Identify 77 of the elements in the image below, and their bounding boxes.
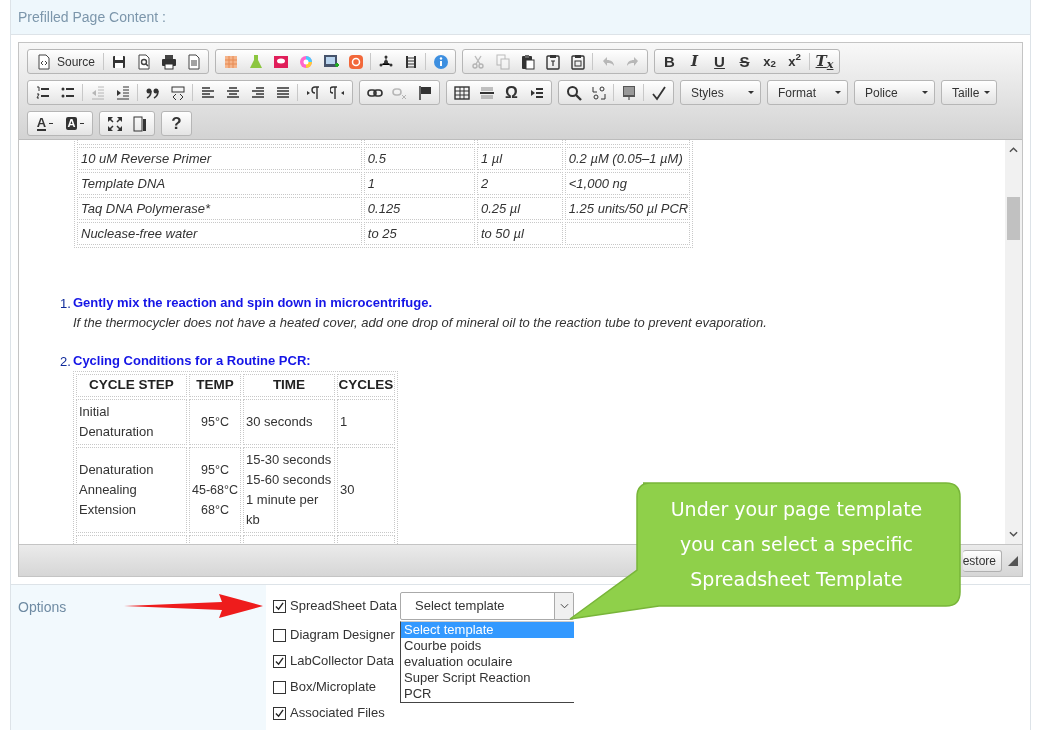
table-cell: 2 <box>476 172 563 195</box>
toolbar-button[interactable]: U <box>707 51 733 72</box>
step-heading: Gently mix the reaction and spin down in microcentrifuge. <box>73 294 433 312</box>
checkbox-option[interactable]: LabCollector Data <box>273 651 400 671</box>
table-cell: to 25 <box>363 222 475 245</box>
table-cell: 0.5 <box>363 147 475 170</box>
toolbar-button[interactable]: Ω <box>499 82 524 103</box>
column-header: TIME <box>243 374 335 397</box>
dropdown-option[interactable]: evaluation oculaire <box>401 654 574 670</box>
table-cell: Denaturation Annealing Extension <box>76 447 187 533</box>
table-cell: 15-30 seconds 15-60 seconds 1 minute per kb <box>243 447 335 533</box>
table-cell: 10 uM Reverse Primer <box>77 147 362 170</box>
caret-icon <box>835 91 841 94</box>
toolbar-button[interactable]: ? <box>164 113 189 134</box>
scroll-thumb[interactable] <box>1007 197 1020 240</box>
scrollbar[interactable] <box>1005 140 1022 544</box>
table-cell: Nuclease-free water <box>77 222 362 245</box>
table-cell: to 50 µl <box>476 222 563 245</box>
checkbox[interactable] <box>273 654 286 668</box>
resize-handle-icon[interactable] <box>1008 555 1018 566</box>
checkbox[interactable] <box>273 628 286 642</box>
table-cell: 1 µl <box>476 147 563 170</box>
options-label: Options <box>18 599 67 615</box>
table-cell: Initial Denaturation <box>76 399 187 445</box>
text-color-button[interactable]: A <box>30 113 60 134</box>
checkbox-option[interactable]: SpreadSheet Data <box>273 596 400 616</box>
table-cell: <1,000 ng <box>564 172 690 195</box>
dropdown-option[interactable]: PCR <box>401 686 574 702</box>
chevron-icon <box>554 593 573 619</box>
background-color-button[interactable]: A <box>60 113 90 134</box>
caret-icon <box>922 91 928 94</box>
dropdown-button[interactable]: Format <box>767 80 848 105</box>
table-cell: 30 seconds <box>243 399 335 445</box>
dropdown-option[interactable]: Courbe poids <box>401 638 574 654</box>
table-cell: 95°C <box>189 399 241 445</box>
restore-button[interactable]: estore <box>962 549 1002 572</box>
source-file-icon <box>36 53 52 70</box>
source-button[interactable]: Source <box>30 51 102 72</box>
template-select[interactable]: Select template <box>400 592 574 620</box>
step-heading: Cycling Conditions for a Routine PCR: <box>73 352 312 370</box>
toolbar-button[interactable]: I <box>682 51 708 72</box>
section-title: Prefilled Page Content : <box>18 7 166 27</box>
column-header: TEMP <box>189 374 241 397</box>
dropdown-button[interactable]: Taille <box>941 80 997 105</box>
list-number: 2. <box>60 353 72 371</box>
table-cell: Taq DNA Polymerase* <box>77 197 362 220</box>
table-cell: 1 <box>337 399 395 445</box>
callout-text: Under your page template you can select a specific Spreadsheet Template <box>670 497 923 592</box>
table-cell: 0.125 <box>363 197 475 220</box>
checkbox[interactable] <box>273 680 286 694</box>
toolbar-button[interactable]: T$_{x}$ <box>812 51 838 72</box>
dropdown-button[interactable]: Styles <box>680 80 761 105</box>
column-header: CYCLES <box>337 374 395 397</box>
table-cell: 30 <box>337 447 395 533</box>
step-note: If the thermocycler does not have a heated cover, add one drop of mineral oil to the reaction tube to prevent evaporation. <box>73 314 767 332</box>
table-cell: 95°C 45-68°C 68°C <box>189 447 241 533</box>
list-number: 1. <box>60 295 72 313</box>
table-cell: 0.2 µM (0.05–1 µM) <box>564 147 690 170</box>
toolbar-button[interactable]: S <box>732 51 758 72</box>
toolbar-button[interactable]: x$^{2}$ <box>782 51 808 72</box>
column-header: CYCLE STEP <box>76 374 187 397</box>
checkbox-option[interactable]: Diagram Designer <box>273 625 400 645</box>
scroll-down-icon[interactable] <box>1009 531 1018 537</box>
checkbox[interactable] <box>273 706 286 720</box>
table-cell: Template DNA <box>77 172 362 195</box>
checkbox[interactable] <box>273 599 286 613</box>
dropdown-option[interactable]: Super Script Reaction <box>401 670 574 686</box>
dropdown-button[interactable]: Police <box>854 80 935 105</box>
table-cell: 1 <box>363 172 475 195</box>
table-cell: 0.25 µl <box>476 197 563 220</box>
checkbox-option[interactable]: Associated Files <box>273 703 400 723</box>
checkbox-option[interactable]: Box/Microplate <box>273 677 400 697</box>
table-cell: 1.25 units/50 µl PCR <box>564 197 690 220</box>
caret-icon <box>748 91 754 94</box>
caret-icon <box>984 91 990 94</box>
scroll-up-icon[interactable] <box>1009 147 1018 153</box>
toolbar-button[interactable]: B <box>657 51 683 72</box>
